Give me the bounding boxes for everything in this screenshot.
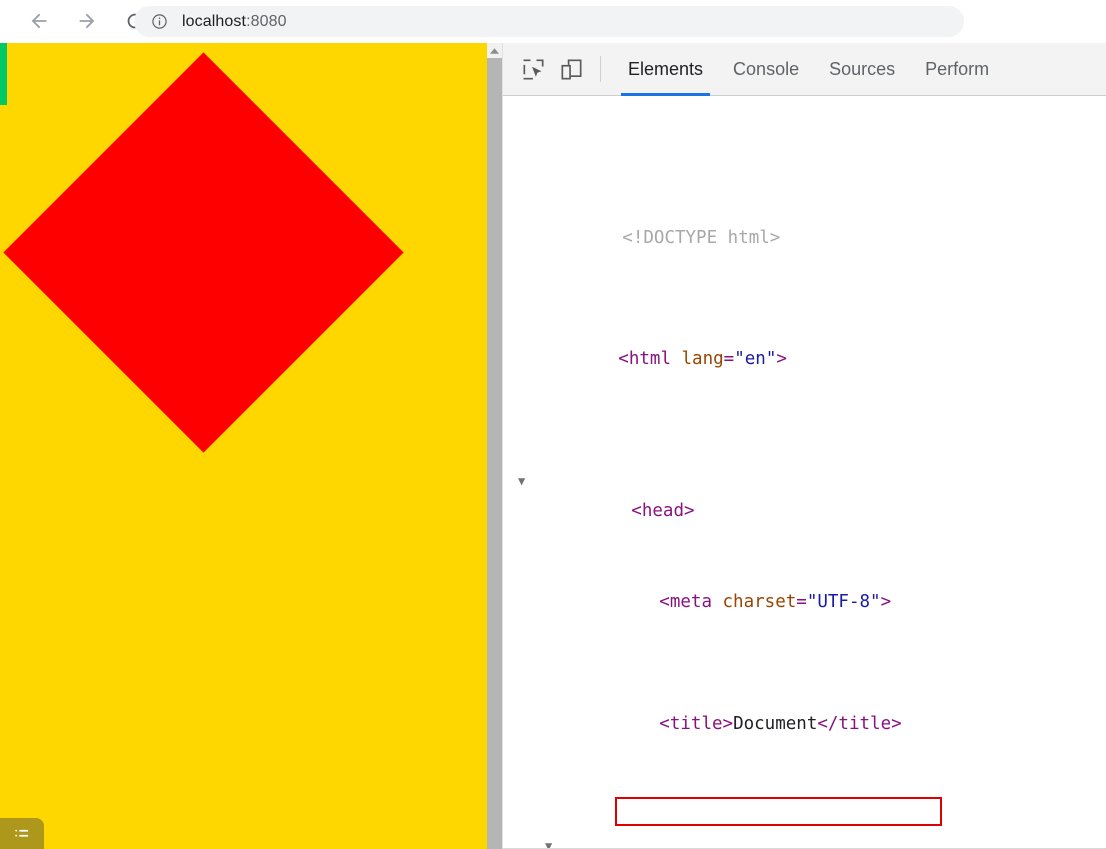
device-toolbar-icon (561, 59, 582, 79)
site-info-icon[interactable] (150, 13, 168, 31)
html-lang-attr-name: lang (670, 349, 724, 370)
tab-sources[interactable]: Sources (814, 43, 910, 96)
doctype-text: <!DOCTYPE html> (622, 227, 781, 248)
tab-performance[interactable]: Perform (910, 43, 1004, 96)
back-button[interactable] (24, 6, 54, 36)
page-scrollbar[interactable] (487, 43, 502, 849)
meta-charset-attr-value: "UTF-8" (806, 592, 881, 613)
expand-triangle-head-icon[interactable]: ▼ (518, 466, 525, 496)
toggle-device-toolbar-button[interactable] (552, 50, 590, 88)
inspect-cursor-icon (523, 59, 543, 79)
html-open-tag: <html (618, 349, 671, 370)
page-scrollbar-thumb[interactable] (487, 58, 502, 849)
html-open-bracket: > (776, 349, 787, 370)
arrow-right-icon (79, 13, 95, 29)
focus-indicator-strip (0, 43, 7, 105)
arrow-left-icon (31, 13, 47, 29)
devtools-toolbar: Elements Console Sources Perform (503, 43, 1106, 96)
expand-triangle-style1-icon[interactable]: ▼ (545, 831, 552, 849)
title-close-tag: </title> (817, 714, 902, 735)
html-lang-attr-value: "en" (734, 349, 777, 370)
page-viewport (0, 43, 487, 849)
inspect-element-button[interactable] (514, 50, 552, 88)
title-text: Document (733, 714, 818, 735)
scroll-up-arrow-icon[interactable] (487, 43, 502, 58)
info-circle-icon (151, 14, 167, 29)
dom-row[interactable]: <!DOCTYPE html> (503, 192, 1106, 248)
reading-list-button[interactable] (0, 818, 44, 849)
tab-console[interactable]: Console (718, 43, 814, 96)
devtools-panel: Elements Console Sources Perform <!DOCTY… (502, 43, 1106, 849)
browser-toolbar: localhost:8080 (0, 0, 1106, 43)
title-open-tag: <title> (659, 714, 734, 735)
url-host: localhost (182, 12, 247, 30)
dom-row[interactable]: <html lang="en"> (503, 314, 1106, 369)
dom-row[interactable]: <title>Document</title> (503, 679, 1106, 734)
tab-performance-label: Perform (925, 58, 990, 79)
app-element-diamond (3, 52, 404, 453)
dom-tree[interactable]: <!DOCTYPE html> <html lang="en"> ▼ <head… (503, 96, 1106, 849)
address-bar[interactable]: localhost:8080 (134, 6, 964, 37)
forward-button[interactable] (72, 6, 102, 36)
dom-row[interactable]: ▼ <head> (503, 435, 1106, 521)
dom-row[interactable]: ▼ <style> (503, 800, 1106, 849)
screenshot-root: localhost:8080 Elements Console Sources … (0, 0, 1106, 849)
meta-close-bracket: > (880, 592, 892, 613)
url-text: localhost:8080 (182, 13, 287, 31)
head-open-tag: <head> (631, 501, 695, 522)
tab-elements[interactable]: Elements (613, 43, 718, 96)
tab-console-label: Console (733, 58, 800, 79)
meta-tag: <meta (659, 592, 712, 613)
url-port: :8080 (246, 12, 287, 30)
toolbar-divider (600, 56, 601, 82)
meta-charset-attr-name: charset (711, 592, 797, 613)
list-icon (15, 829, 29, 837)
dom-row[interactable]: <meta charset="UTF-8"> (503, 557, 1106, 612)
tab-sources-label: Sources (829, 58, 896, 79)
chevron-up-icon (490, 47, 499, 54)
tab-elements-label: Elements (628, 58, 704, 79)
